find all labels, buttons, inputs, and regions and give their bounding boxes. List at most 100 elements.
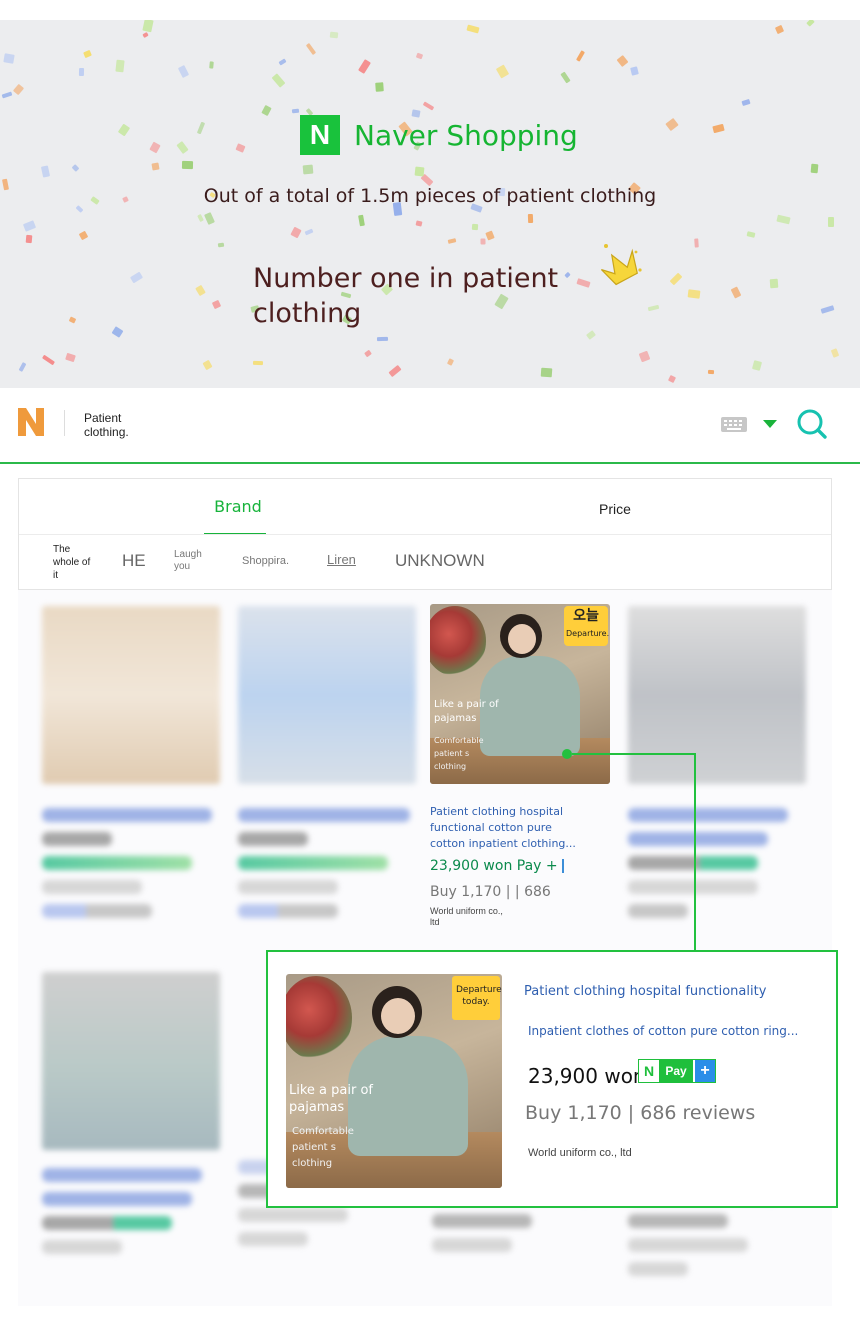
confetti-piece — [741, 98, 751, 107]
confetti-piece — [142, 32, 149, 38]
chevron-down-icon[interactable] — [763, 420, 777, 428]
connector-line — [572, 753, 696, 755]
confetti-piece — [25, 234, 33, 244]
confetti-piece — [665, 117, 679, 132]
callout-image-subcaption: Comfortable patient s clothing — [292, 1126, 354, 1169]
confetti-piece — [447, 238, 457, 244]
confetti-piece — [235, 143, 246, 153]
confetti-piece — [111, 326, 124, 338]
confetti-piece — [305, 42, 317, 56]
confetti-piece — [65, 352, 76, 363]
confetti-piece — [196, 121, 206, 135]
confetti-piece — [204, 212, 215, 225]
badge-departure: Departure. — [566, 629, 610, 638]
confetti-piece — [376, 336, 389, 342]
confetti-piece — [647, 304, 660, 312]
confetti-piece — [18, 362, 27, 372]
confetti-piece — [151, 162, 160, 171]
keyboard-icon[interactable] — [721, 417, 747, 432]
banner-headline: Number one in patient clothing — [253, 263, 559, 329]
search-icon[interactable] — [796, 408, 828, 440]
confetti-piece — [1, 91, 13, 99]
image-caption: Like a pair of pajamas — [434, 699, 499, 724]
confetti-piece — [252, 360, 264, 366]
product-card-blurred[interactable] — [42, 972, 222, 1254]
confetti-piece — [12, 83, 25, 96]
confetti-piece — [638, 350, 651, 363]
product-image[interactable]: 오늘 Departure. Like a pair of pajamas Com… — [430, 604, 610, 784]
confetti-piece — [202, 359, 213, 371]
confetti-piece — [291, 108, 300, 114]
confetti-piece — [415, 52, 424, 60]
brand-chip-laugh-you[interactable]: Laugh you — [174, 549, 210, 573]
confetti-piece — [820, 305, 835, 314]
confetti-piece — [471, 223, 479, 231]
product-title-link[interactable]: Patient clothing hospital functional cot… — [430, 804, 590, 852]
confetti-piece — [774, 24, 785, 35]
confetti-piece — [576, 50, 585, 62]
crown-icon — [600, 244, 642, 286]
npay-n-icon: N — [639, 1060, 659, 1082]
confetti-piece — [751, 360, 763, 371]
npay-mark — [561, 859, 564, 873]
product-card-blurred[interactable] — [42, 606, 222, 918]
seller-name[interactable]: World uniform co., ltd — [430, 906, 510, 928]
price-text: 23,900 won Pay + — [430, 858, 558, 874]
confetti-piece — [669, 272, 683, 286]
confetti-piece — [129, 271, 144, 284]
callout-title-line2[interactable]: Inpatient clothes of cotton pure cotton … — [528, 1024, 798, 1038]
confetti-piece — [71, 164, 80, 172]
brand-chip-he[interactable]: HE — [122, 551, 146, 571]
search-query[interactable]: Patient clothing. — [84, 411, 144, 439]
confetti-piece — [302, 164, 314, 175]
header-divider — [64, 410, 65, 436]
confetti-piece — [746, 231, 756, 238]
naver-n-logo[interactable] — [16, 406, 46, 438]
confetti-piece — [687, 289, 701, 299]
filter-panel: Brand Price The whole of it HE Laugh you… — [18, 478, 832, 590]
brand-chip-unknown[interactable]: UNKNOWN — [395, 551, 485, 571]
tab-price[interactable]: Price — [599, 501, 631, 517]
purchase-count: Buy 1,170 | | 686 — [430, 884, 551, 900]
confetti-piece — [414, 166, 425, 177]
confetti-piece — [211, 299, 222, 310]
confetti-piece — [117, 123, 131, 137]
callout-title-line1[interactable]: Patient clothing hospital functionality — [524, 984, 766, 999]
confetti-piece — [769, 278, 779, 289]
brand-chip-shoppira[interactable]: Shoppira. — [242, 555, 289, 567]
product-price: 23,900 won Pay + — [430, 858, 616, 874]
callout-purchase-reviews: Buy 1,170 | 686 reviews — [525, 1102, 756, 1124]
product-card-blurred[interactable] — [628, 606, 808, 918]
brand-chip-liren[interactable]: Liren — [327, 552, 356, 567]
confetti-piece — [810, 163, 819, 174]
product-card-blurred[interactable] — [238, 606, 418, 918]
confetti-piece — [828, 217, 834, 227]
brand-chip-all[interactable]: The whole of it — [53, 543, 93, 582]
callout-seller-name[interactable]: World uniform co., ltd — [528, 1147, 632, 1159]
tab-brand[interactable]: Brand — [209, 497, 267, 516]
confetti-piece — [209, 61, 214, 69]
banner-subtitle: Out of a total of 1.5m pieces of patient… — [203, 185, 657, 207]
confetti-piece — [375, 82, 384, 92]
product-card-featured[interactable]: 오늘 Departure. Like a pair of pajamas Com… — [430, 604, 616, 928]
confetti-piece — [195, 284, 206, 297]
confetti-piece — [3, 53, 15, 64]
confetti-piece — [415, 220, 423, 227]
naver-logo-icon: N — [300, 115, 340, 155]
confetti-piece — [388, 364, 402, 378]
confetti-piece — [329, 31, 339, 39]
zoomed-product-callout: Departure today. Like a pair of pajamas … — [266, 950, 838, 1208]
callout-product-image[interactable]: Departure today. Like a pair of pajamas … — [286, 974, 502, 1188]
connector-dot — [562, 749, 572, 759]
confetti-piece — [176, 141, 189, 154]
callout-delivery-badge: Departure today. — [452, 976, 502, 1020]
image-subcaption: Comfortable patient s clothing — [434, 736, 484, 771]
confetti-piece — [616, 54, 629, 68]
badge-korean: 오늘 — [573, 608, 599, 624]
confetti-piece — [78, 67, 85, 77]
confetti-piece — [217, 242, 225, 248]
confetti-piece — [527, 213, 534, 224]
confetti-piece — [830, 348, 840, 358]
callout-price: 23,900 won — [528, 1064, 646, 1088]
confetti-piece — [730, 286, 742, 299]
